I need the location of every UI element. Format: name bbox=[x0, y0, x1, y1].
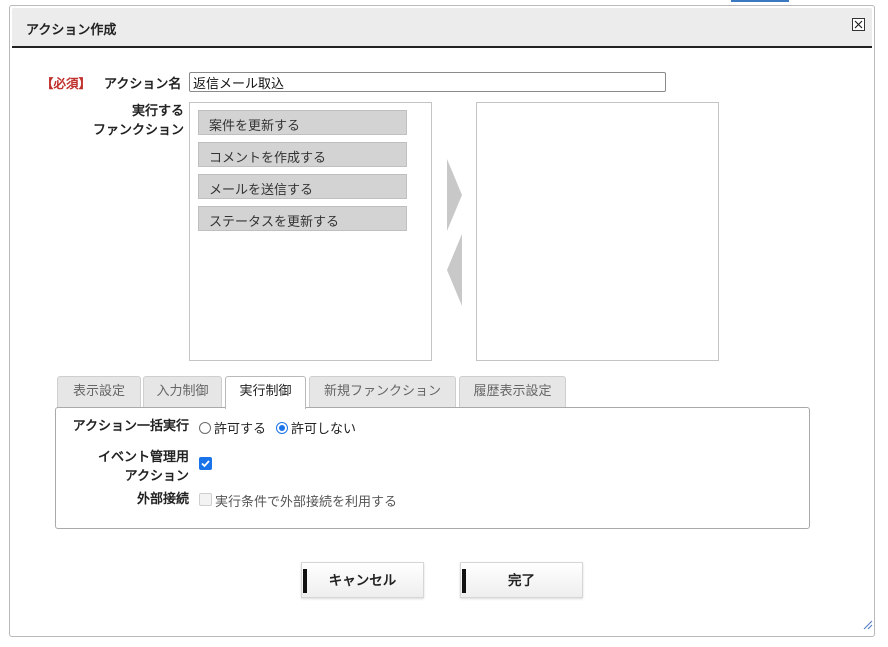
available-functions-list[interactable]: 案件を更新する コメントを作成する メールを送信する ステータスを更新する bbox=[189, 102, 432, 361]
action-name-label: アクション名 bbox=[104, 77, 182, 92]
event-management-label: イベント管理用 アクション bbox=[80, 448, 189, 486]
button-accent-bar bbox=[462, 569, 466, 593]
disallow-radio[interactable] bbox=[276, 421, 289, 434]
action-name-input[interactable] bbox=[189, 72, 666, 92]
cancel-button-label: キャンセル bbox=[328, 573, 397, 589]
event-management-checkbox[interactable] bbox=[199, 457, 212, 470]
tab-input-control[interactable]: 入力制御 bbox=[143, 376, 222, 407]
button-accent-bar bbox=[303, 569, 307, 593]
triangle-right-icon[interactable] bbox=[447, 159, 462, 235]
external-connection-checkbox[interactable] bbox=[199, 493, 212, 506]
allow-radio[interactable] bbox=[199, 421, 211, 434]
function-label-line2: ファンクション bbox=[92, 123, 184, 138]
cancel-button[interactable]: キャンセル bbox=[301, 562, 424, 598]
function-item-send-mail[interactable]: メールを送信する bbox=[198, 174, 407, 199]
done-button-label: 完了 bbox=[508, 573, 535, 589]
done-button[interactable]: 完了 bbox=[460, 562, 583, 598]
bulk-execution-radio-group: 許可する 許可しない bbox=[199, 418, 356, 437]
event-management-label-line2: アクション bbox=[124, 469, 189, 484]
disallow-radio-label[interactable]: 許可しない bbox=[291, 418, 356, 437]
function-item-update-case[interactable]: 案件を更新する bbox=[198, 110, 407, 135]
function-label-line1: 実行する bbox=[131, 104, 184, 119]
function-label: 実行する ファンクション bbox=[80, 102, 184, 140]
function-item-update-status[interactable]: ステータスを更新する bbox=[198, 206, 407, 231]
tab-display-settings[interactable]: 表示設定 bbox=[57, 376, 141, 407]
triangle-left-icon[interactable] bbox=[447, 234, 462, 310]
tab-execution-control[interactable]: 実行制御 bbox=[225, 376, 306, 409]
close-icon[interactable] bbox=[852, 18, 865, 31]
tab-history-display[interactable]: 履歴表示設定 bbox=[459, 376, 566, 407]
top-accent-bar bbox=[731, 0, 789, 2]
resize-grip-icon[interactable] bbox=[862, 619, 873, 634]
action-create-dialog: アクション作成 bbox=[9, 5, 875, 637]
external-connection-option-label: 実行条件で外部接続を利用する bbox=[215, 495, 398, 510]
event-management-label-line1: イベント管理用 bbox=[97, 450, 189, 465]
required-marker: 【必須】 bbox=[41, 76, 92, 91]
function-item-create-comment[interactable]: コメントを作成する bbox=[198, 142, 407, 167]
dialog-title: アクション作成 bbox=[26, 23, 117, 38]
selected-functions-list[interactable] bbox=[476, 102, 719, 361]
dialog-titlebar: アクション作成 bbox=[12, 8, 872, 48]
external-connection-label: 外部接続 bbox=[136, 492, 189, 507]
tab-new-function[interactable]: 新規ファンクション bbox=[309, 376, 456, 407]
allow-radio-label[interactable]: 許可する bbox=[214, 418, 266, 437]
bulk-execution-label: アクション一括実行 bbox=[72, 419, 189, 434]
